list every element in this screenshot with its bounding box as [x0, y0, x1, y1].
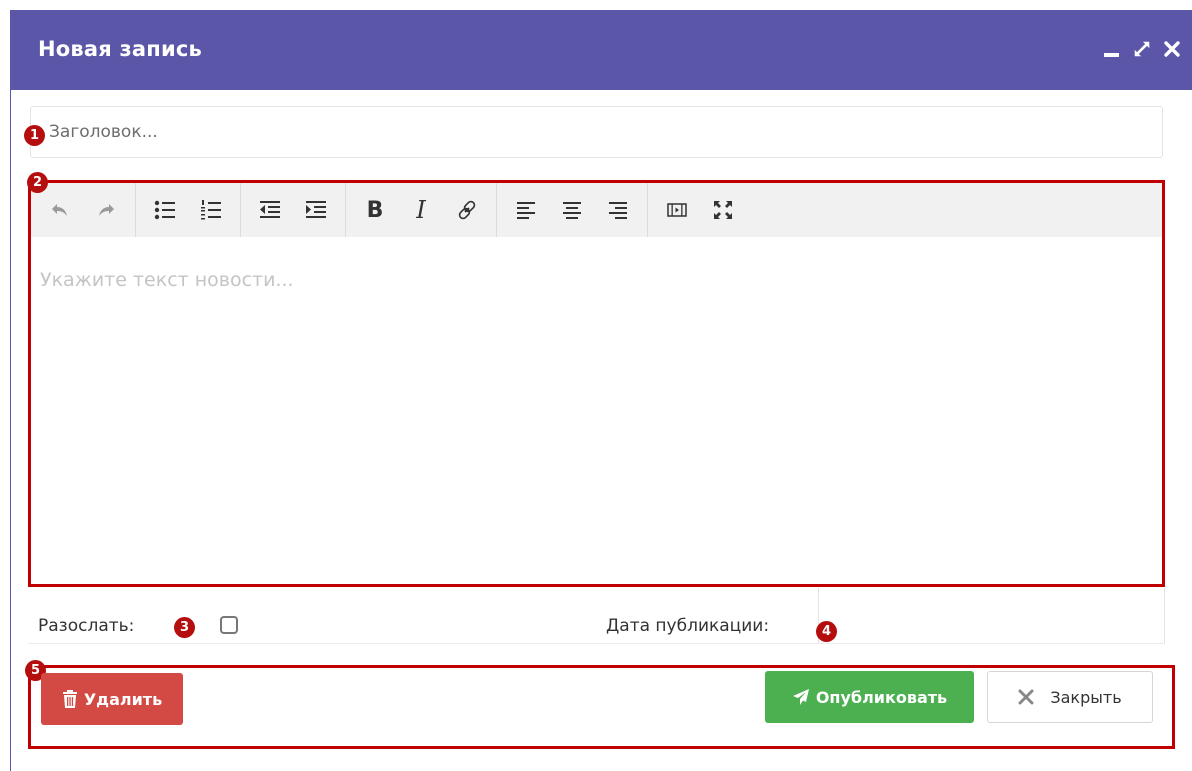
annotation-badge-1: 1: [24, 125, 45, 146]
delete-button-label: Удалить: [83, 689, 163, 709]
close-icon[interactable]: [1162, 39, 1182, 59]
dialog-titlebar[interactable]: Новая запись: [11, 11, 1192, 90]
publish-button[interactable]: Опубликовать: [765, 671, 974, 723]
send-checkbox[interactable]: [220, 616, 238, 634]
publish-date-label: Дата публикации:: [606, 616, 770, 636]
annotation-badge-3: 3: [174, 617, 195, 638]
annotation-badge-4: 4: [816, 621, 837, 642]
publish-date-field[interactable]: [818, 588, 1165, 643]
maximize-icon[interactable]: [1132, 39, 1152, 59]
annotation-badge-2: 2: [27, 172, 48, 193]
publish-button-label: Опубликовать: [815, 687, 948, 707]
close-x-icon: [1018, 689, 1034, 705]
delete-button[interactable]: Удалить: [41, 673, 183, 725]
paper-plane-icon: [792, 689, 809, 705]
title-input[interactable]: [30, 106, 1163, 158]
close-button[interactable]: Закрыть: [987, 671, 1153, 723]
dialog-title: Новая запись: [38, 37, 202, 61]
trash-icon: [62, 690, 77, 708]
send-label: Разослать:: [38, 616, 135, 636]
annotation-highlight-editor: [28, 180, 1165, 587]
close-button-label: Закрыть: [1050, 687, 1122, 707]
minimize-icon[interactable]: [1102, 39, 1122, 59]
options-row: Разослать: Дата публикации:: [28, 588, 1165, 644]
